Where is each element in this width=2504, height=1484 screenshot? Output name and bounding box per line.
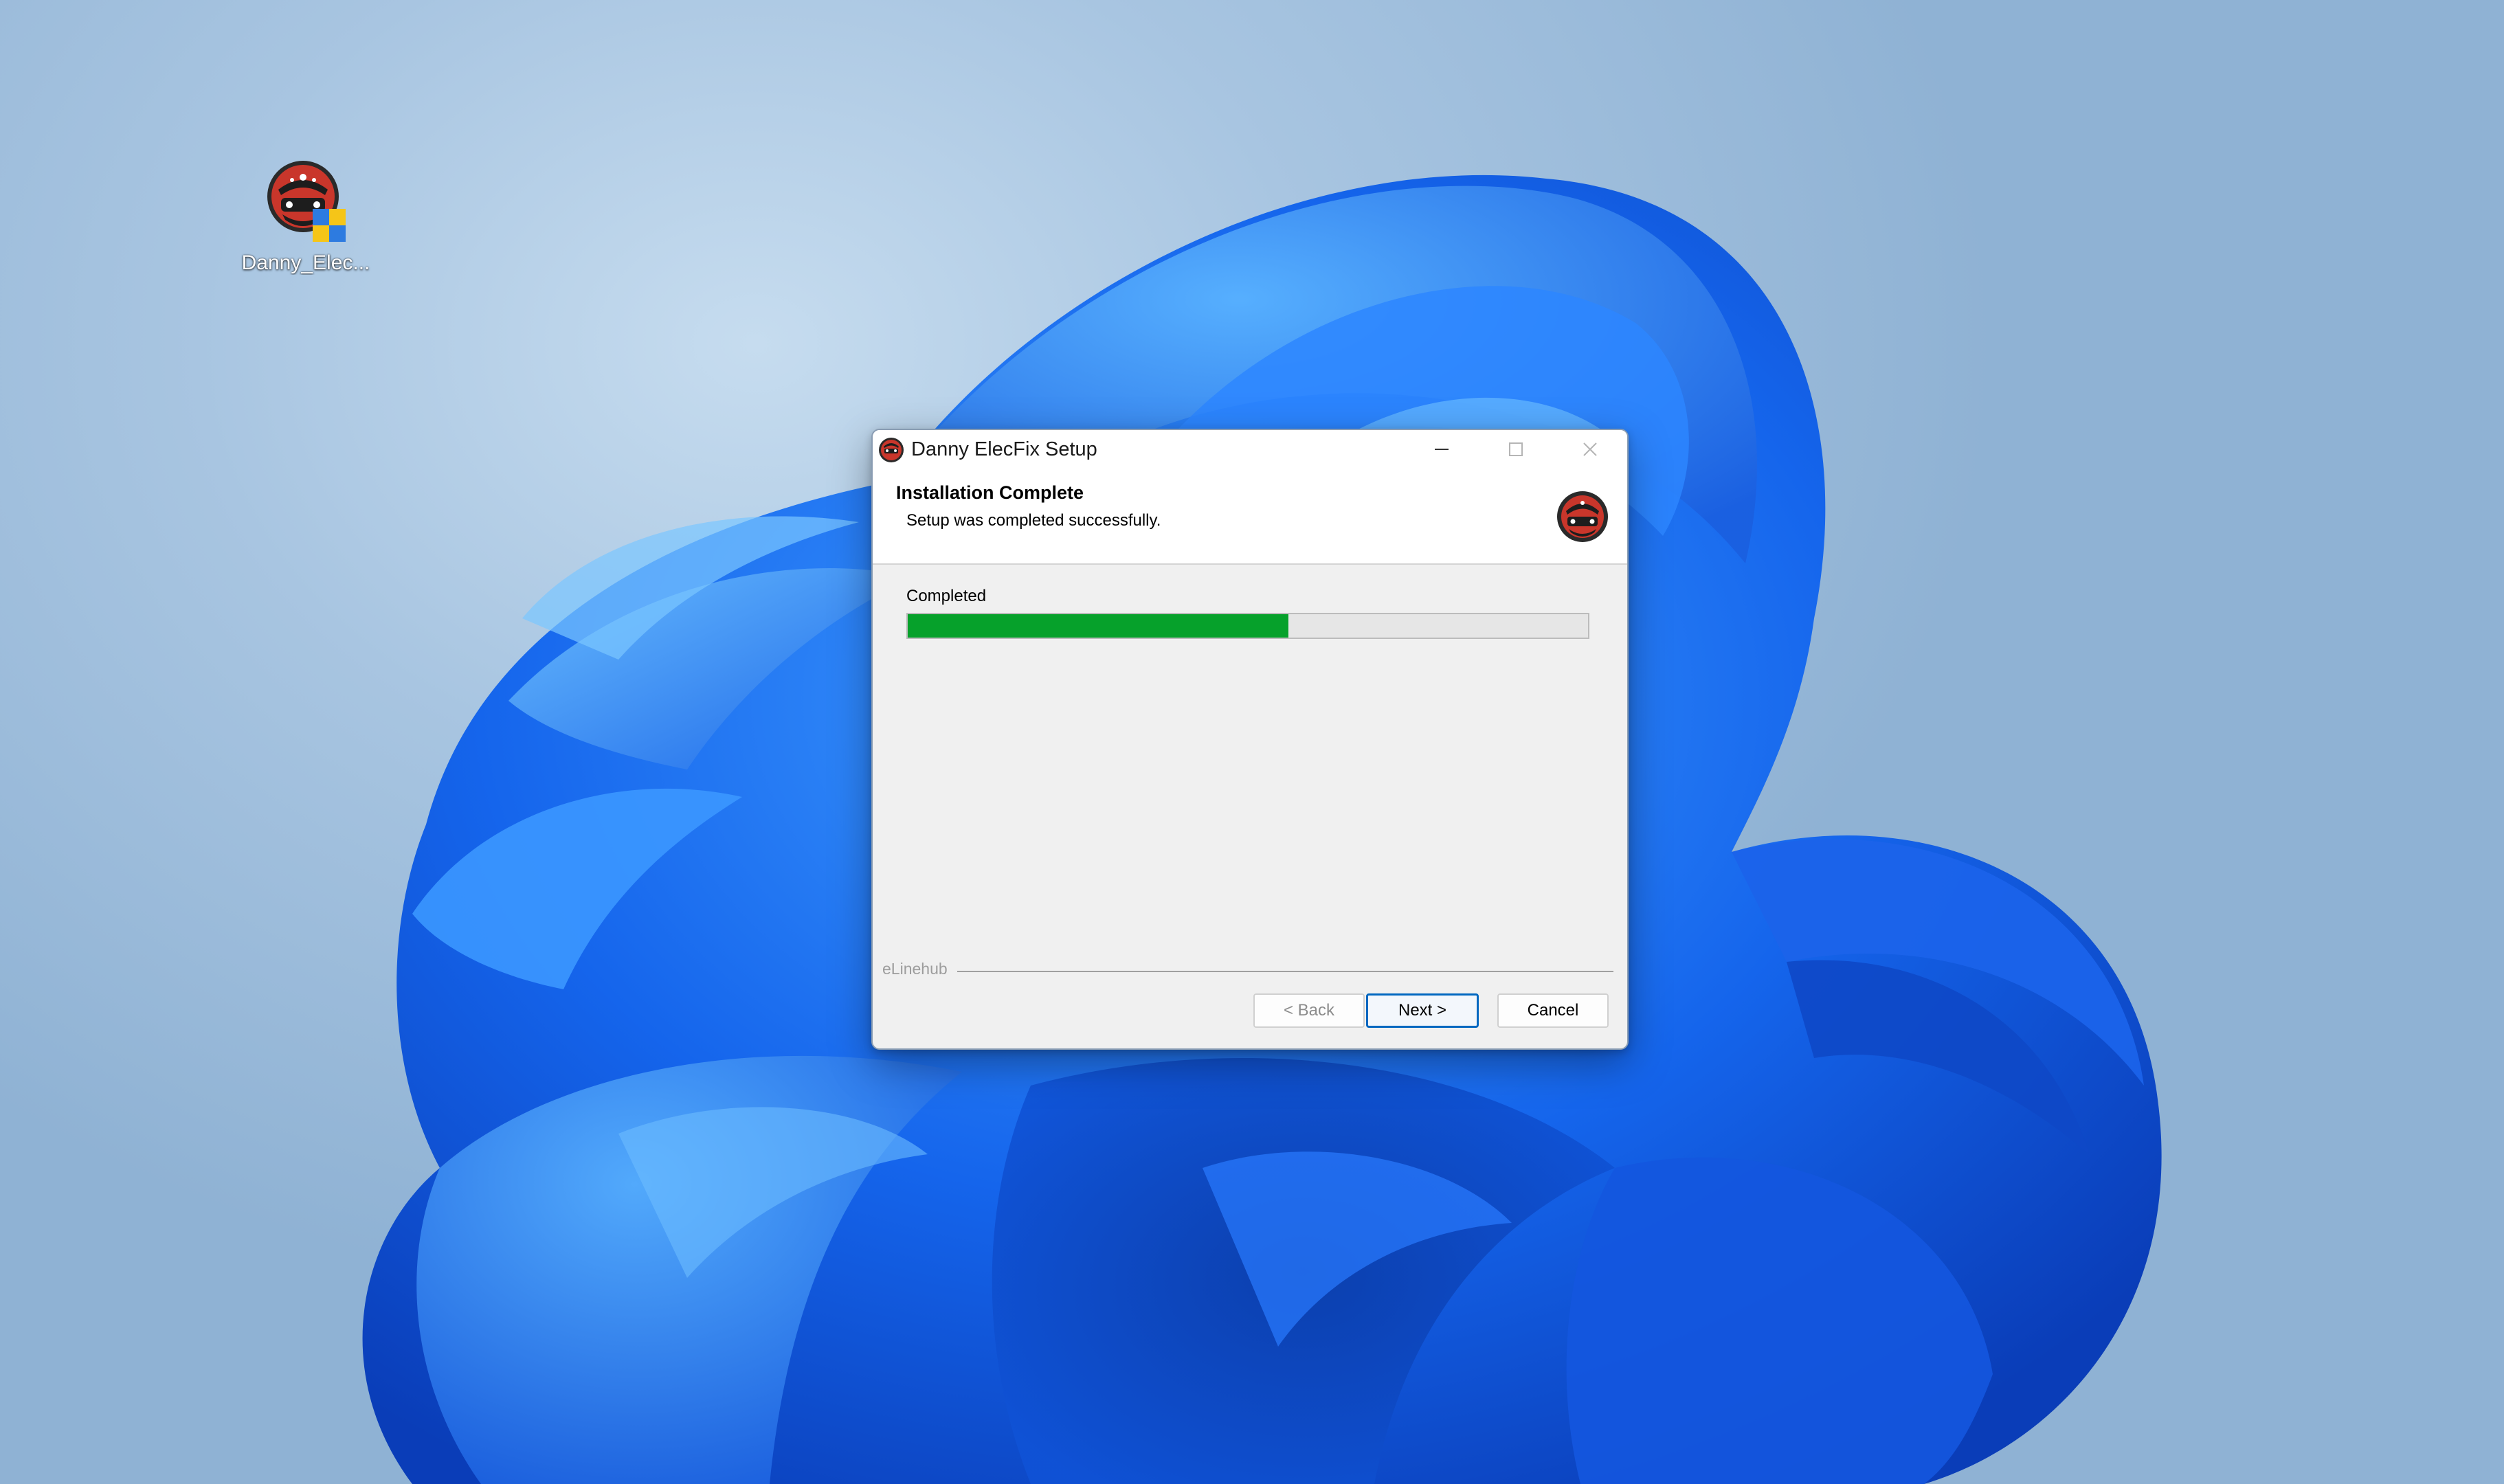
desktop-icon-label: Danny_Elec... [241, 251, 370, 274]
desktop: Danny_Elec... Danny ElecFix Setup Instal… [0, 0, 2504, 1484]
cancel-button[interactable]: Cancel [1497, 993, 1609, 1028]
progress-label: Completed [906, 587, 987, 605]
window-title: Danny ElecFix Setup [911, 438, 1097, 460]
title-bar[interactable]: Danny ElecFix Setup [873, 430, 1627, 469]
close-button[interactable] [1553, 430, 1627, 469]
page-title: Installation Complete [896, 482, 1084, 503]
danny-elecfix-logo-icon [262, 157, 350, 245]
maximize-icon [1509, 442, 1523, 456]
page-subtitle: Setup was completed successfully. [906, 511, 1161, 530]
back-button[interactable]: < Back [1253, 993, 1365, 1028]
progress-bar [906, 613, 1589, 639]
progress-bar-fill [908, 614, 1289, 638]
desktop-icon-danny-elecfix[interactable]: Danny_Elec... [234, 157, 378, 275]
next-button[interactable]: Next > [1366, 993, 1479, 1028]
minimize-icon [1435, 449, 1449, 450]
footer-divider [957, 971, 1613, 972]
setup-window: Danny ElecFix Setup Installation Complet… [871, 429, 1629, 1050]
brand-label: eLinehub [882, 960, 948, 978]
close-icon [1583, 442, 1597, 456]
wizard-header: Installation Complete Setup was complete… [873, 469, 1627, 565]
danny-elecfix-logo-icon [1557, 491, 1608, 542]
minimize-button[interactable] [1405, 430, 1479, 469]
maximize-button[interactable] [1479, 430, 1553, 469]
danny-elecfix-logo-icon [879, 438, 904, 462]
